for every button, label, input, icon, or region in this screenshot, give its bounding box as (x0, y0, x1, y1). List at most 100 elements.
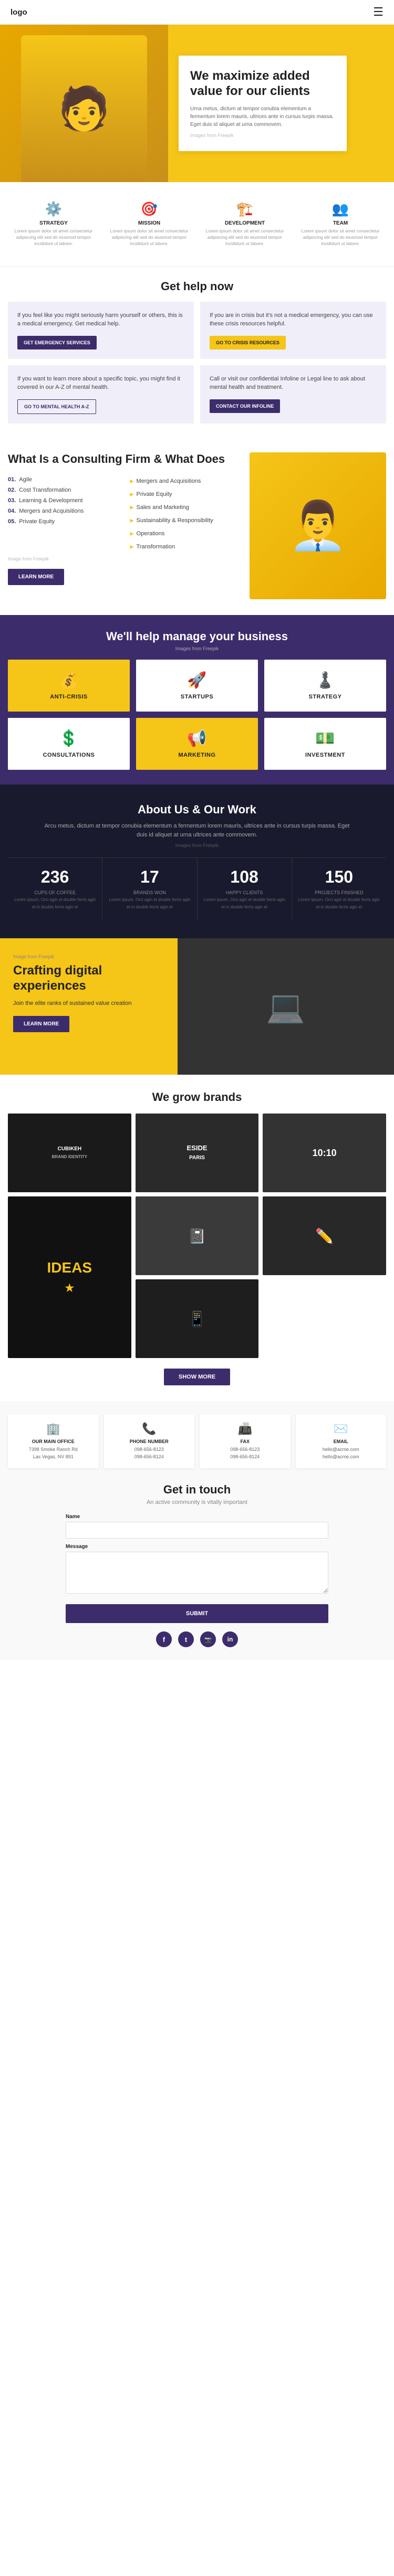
brand-label-6: ✏️ (315, 1227, 334, 1245)
stat-brands-number: 17 (107, 867, 192, 887)
manage-card-startups: 🚀 STARTUPS (136, 660, 258, 712)
list-item: 01.Agile (8, 474, 120, 485)
contact-section: 🏢 OUR MAIN OFFICE 7398 Smoke Ranch Rd La… (0, 1401, 394, 1660)
consulting-list-right: ▸Mergers and Acquisitions ▸Private Equit… (130, 474, 242, 553)
mental-health-az-button[interactable]: GO TO MENTAL HEALTH A-Z (17, 399, 96, 414)
marketing-icon: 📢 (144, 729, 250, 748)
list-item: 03.Learning & Development (8, 495, 120, 506)
stat-projects-number: 150 (296, 867, 382, 887)
consultations-icon: 💲 (16, 729, 122, 748)
consulting-lists: 01.Agile 02.Cost Transformation 03.Learn… (8, 474, 242, 553)
crisis-resources-button[interactable]: GO TO CRISIS RESOURCES (210, 336, 286, 349)
contact-info-office: 🏢 OUR MAIN OFFICE 7398 Smoke Ranch Rd La… (8, 1414, 99, 1468)
consulting-right: 👨‍💼 (250, 452, 386, 599)
contact-info-email: ✉️ EMAIL hello@acme.com hello@acme.com (296, 1414, 387, 1468)
manage-card-anti-crisis: 💰 ANTI-CRISIS (8, 660, 130, 712)
email-label: EMAIL (300, 1439, 382, 1444)
crafting-title: Crafting digital experiences (13, 963, 176, 994)
help-grid: If you feel like you might seriously har… (8, 302, 386, 423)
consulting-person-emoji: 👨‍💼 (288, 498, 347, 553)
manage-card-investment: 💵 INVESTMENT (264, 718, 386, 770)
contact-infoline-button[interactable]: CONTACT OUR INFOLINE (210, 399, 280, 413)
brand-label-7: 📱 (188, 1310, 206, 1328)
features-section: ⚙️ STRATEGY Lorem ipsum dolor sit amet c… (0, 182, 394, 267)
list-item: 04.Mergers and Acquisitions (8, 506, 120, 516)
stat-brands-label: BRANDS WONLorem ipsum, Orci agin et doub… (107, 889, 192, 911)
mission-title: MISSION (106, 220, 193, 226)
strategy-manage-icon: ♟️ (272, 671, 378, 690)
brand-label-5: 📓 (188, 1227, 206, 1245)
feature-strategy: ⚙️ STRATEGY Lorem ipsum dolor sit amet c… (8, 197, 99, 251)
help-card-1-text: If you feel like you might seriously har… (17, 311, 184, 328)
submit-button[interactable]: SUBMIT (66, 1604, 328, 1623)
crafting-section: Image from Freepik Crafting digital expe… (0, 938, 394, 1075)
phone-icon: 📞 (108, 1422, 191, 1436)
message-label: Message (66, 1544, 328, 1550)
list-item: ▸Transformation (130, 540, 242, 553)
office-label: OUR MAIN OFFICE (12, 1439, 95, 1444)
manage-grid: 💰 ANTI-CRISIS 🚀 STARTUPS ♟️ STRATEGY 💲 C… (8, 660, 386, 770)
get-in-touch-subtitle: An active community is vitally important (66, 1499, 328, 1506)
hamburger-icon[interactable]: ☰ (373, 5, 383, 19)
stat-coffee-label: CUPS OF COFFEELorem ipsum, Orci agin et … (12, 889, 98, 911)
list-item: ▸Mergers and Acquisitions (130, 474, 242, 487)
brand-label-1: CUBIKEHBRAND IDENTITY (52, 1145, 88, 1161)
about-title: About Us & Our Work (8, 803, 386, 817)
startups-icon: 🚀 (144, 671, 250, 690)
anti-crisis-icon: 💰 (16, 671, 122, 690)
email-value: hello@acme.com hello@acme.com (300, 1446, 382, 1460)
strategy-desc: Lorem ipsum dolor sit amet consectetur a… (10, 228, 97, 247)
message-input[interactable] (66, 1552, 328, 1594)
fax-label: FAX (204, 1439, 286, 1444)
header: logo ☰ (0, 0, 394, 25)
list-item: ▸Sales and Marketing (130, 501, 242, 514)
manage-card-consultations: 💲 CONSULTATIONS (8, 718, 130, 770)
brand-item-5: 📓 (136, 1196, 259, 1275)
name-input[interactable] (66, 1522, 328, 1539)
brand-item-7: 📱 (136, 1279, 259, 1358)
twitter-icon[interactable]: t (178, 1631, 194, 1647)
contact-info-phone: 📞 PHONE NUMBER 098-656-8123 098-656-8124 (104, 1414, 195, 1468)
about-image-credit: Images from Freepik (8, 843, 386, 848)
instagram-icon[interactable]: 📷 (200, 1631, 216, 1647)
hero-section: 🧑 We maximize added value for our client… (0, 25, 394, 182)
fax-value: 098-656-8123 098-656-8124 (204, 1446, 286, 1460)
consulting-title: What Is a Consulting Firm & What Does (8, 452, 242, 466)
show-more-button[interactable]: SHOW MORE (164, 1369, 230, 1385)
logo: logo (11, 8, 27, 17)
consulting-learn-more-button[interactable]: LEARN MORE (8, 569, 64, 585)
manage-image-credit: Images from Freepik (8, 646, 386, 651)
help-card-2-text: If you are in crisis but it's not a medi… (210, 311, 377, 328)
hero-text-box: We maximize added value for our clients … (179, 56, 347, 152)
stat-clients-number: 108 (202, 867, 287, 887)
office-value: 7398 Smoke Ranch Rd Las Vegas, NV 891 (12, 1446, 95, 1460)
phone-label: PHONE NUMBER (108, 1439, 191, 1444)
crafting-right-visual: 💻 (178, 938, 394, 1075)
get-help-title: Get help now (8, 280, 386, 293)
anti-crisis-label: ANTI-CRISIS (16, 694, 122, 700)
hero-headline: We maximize added value for our clients (190, 69, 335, 99)
linkedin-icon[interactable]: in (222, 1631, 238, 1647)
list-item: ▸Operations (130, 527, 242, 540)
stat-coffee-number: 236 (12, 867, 98, 887)
crafting-learn-more-button[interactable]: LEARN MORE (13, 1016, 69, 1032)
message-field-group: Message (66, 1544, 328, 1596)
brand-label-4: IDEAS★ (47, 1258, 92, 1297)
social-row: f t 📷 in (66, 1631, 328, 1647)
manage-title: We'll help manage your business (8, 630, 386, 643)
consultations-label: CONSULTATIONS (16, 752, 122, 758)
team-icon: 👥 (297, 201, 384, 217)
stat-brands: 17 BRANDS WONLorem ipsum, Orci agin et d… (102, 858, 197, 920)
investment-label: INVESTMENT (272, 752, 378, 758)
get-in-touch-form: Get in touch An active community is vita… (66, 1483, 328, 1647)
hero-image: 🧑 (0, 25, 168, 182)
team-title: TEAM (297, 220, 384, 226)
investment-icon: 💵 (272, 729, 378, 748)
crafting-image-credit: Image from Freepik (13, 954, 176, 959)
facebook-icon[interactable]: f (156, 1631, 172, 1647)
stat-clients-label: HAPPY CLIENTSLorem ipsum, Orci agin et d… (202, 889, 287, 911)
stat-clients: 108 HAPPY CLIENTSLorem ipsum, Orci agin … (198, 858, 292, 920)
manage-section: We'll help manage your business Images f… (0, 615, 394, 785)
emergency-services-button[interactable]: GET EMERGENCY SERVICES (17, 336, 97, 349)
development-icon: 🏗️ (201, 201, 288, 217)
